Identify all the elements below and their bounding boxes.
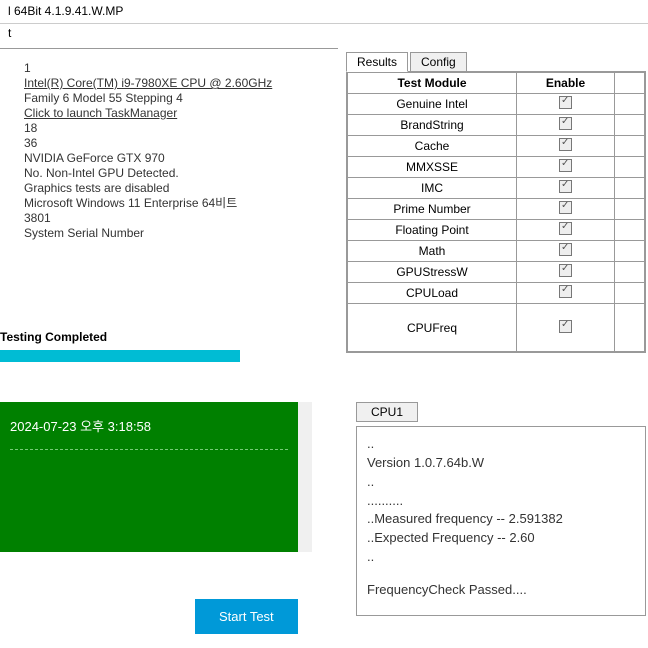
thread-count: 36 xyxy=(24,136,328,151)
info-line: 1 xyxy=(24,61,328,76)
enable-cell[interactable] xyxy=(517,157,615,178)
table-row: IMC xyxy=(348,178,645,199)
out-line: .. xyxy=(367,473,635,492)
test-grid: Test Module Enable Genuine Intel BrandSt… xyxy=(346,71,646,353)
enable-cell[interactable] xyxy=(517,220,615,241)
checkbox-icon[interactable] xyxy=(559,285,572,298)
checkbox-icon[interactable] xyxy=(559,180,572,193)
tests-pane: Results Config Test Module Enable Genuin… xyxy=(338,44,648,394)
table-row: Cache xyxy=(348,136,645,157)
table-row: GPUStressW xyxy=(348,262,645,283)
window-title: l 64Bit 4.1.9.41.W.MP xyxy=(8,4,123,18)
module-name: Genuine Intel xyxy=(348,94,517,115)
table-row: MMXSSE xyxy=(348,157,645,178)
timestamp: 2024-07-23 오후 3:18:58 xyxy=(10,416,288,435)
module-name: IMC xyxy=(348,178,517,199)
enable-cell[interactable] xyxy=(517,283,615,304)
bios-version: 3801 xyxy=(24,211,328,226)
gfx-disabled: Graphics tests are disabled xyxy=(24,181,328,196)
progress-bar xyxy=(0,350,240,362)
cpu-family: Family 6 Model 55 Stepping 4 xyxy=(24,91,328,106)
start-test-button[interactable]: Start Test xyxy=(195,599,298,634)
enable-cell[interactable] xyxy=(517,94,615,115)
module-name: Prime Number xyxy=(348,199,517,220)
cpu-tabs: CPU1 xyxy=(356,402,646,422)
gpu-nointel: No. Non-Intel GPU Detected. xyxy=(24,166,328,181)
module-name: CPUFreq xyxy=(348,304,517,352)
system-info-pane: 1 Intel(R) Core(TM) i9-7980XE CPU @ 2.60… xyxy=(0,44,338,394)
enable-cell[interactable] xyxy=(517,178,615,199)
enable-cell[interactable] xyxy=(517,136,615,157)
header-enable: Enable xyxy=(517,73,615,94)
enable-cell[interactable] xyxy=(517,262,615,283)
window-titlebar: l 64Bit 4.1.9.41.W.MP xyxy=(0,0,648,24)
tab-cpu1[interactable]: CPU1 xyxy=(356,402,418,422)
checkbox-icon[interactable] xyxy=(559,159,572,172)
out-line: .. xyxy=(367,435,635,454)
checkbox-icon[interactable] xyxy=(559,138,572,151)
tabs: Results Config xyxy=(346,52,646,72)
checkbox-icon[interactable] xyxy=(559,96,572,109)
enable-cell[interactable] xyxy=(517,241,615,262)
module-name: GPUStressW xyxy=(348,262,517,283)
module-name: BrandString xyxy=(348,115,517,136)
cpu-output-text: .. Version 1.0.7.64b.W .. .......... ..M… xyxy=(356,426,646,616)
table-row: BrandString xyxy=(348,115,645,136)
status-area: Testing Completed xyxy=(0,328,338,368)
header-blank xyxy=(615,73,645,94)
out-line: Version 1.0.7.64b.W xyxy=(367,454,635,473)
core-count: 18 xyxy=(24,121,328,136)
menu-item[interactable]: t xyxy=(8,26,11,40)
system-serial: System Serial Number xyxy=(24,226,328,241)
table-row: Genuine Intel xyxy=(348,94,645,115)
enable-cell[interactable] xyxy=(517,199,615,220)
os-name: Microsoft Windows 11 Enterprise 64비트 xyxy=(24,196,328,211)
test-run-pane: 2024-07-23 오후 3:18:58 Start Test xyxy=(0,402,348,640)
table-row: CPUFreq xyxy=(348,304,645,352)
header-module: Test Module xyxy=(348,73,517,94)
out-line: ..Measured frequency -- 2.591382 xyxy=(367,510,635,529)
module-name: CPULoad xyxy=(348,283,517,304)
module-name: MMXSSE xyxy=(348,157,517,178)
checkbox-icon[interactable] xyxy=(559,117,572,130)
cpu-output-pane: CPU1 .. Version 1.0.7.64b.W .. .........… xyxy=(348,402,648,640)
divider xyxy=(10,449,288,450)
table-row: Math xyxy=(348,241,645,262)
tab-results[interactable]: Results xyxy=(346,52,408,72)
out-line: .......... xyxy=(367,492,635,511)
enable-cell[interactable] xyxy=(517,304,615,352)
test-output-box: 2024-07-23 오후 3:18:58 xyxy=(0,402,312,552)
menu-bar[interactable]: t xyxy=(0,24,648,44)
tab-config[interactable]: Config xyxy=(410,52,467,72)
enable-cell[interactable] xyxy=(517,115,615,136)
out-line: ..Expected Frequency -- 2.60 xyxy=(367,529,635,548)
checkbox-icon[interactable] xyxy=(559,264,572,277)
table-row: CPULoad xyxy=(348,283,645,304)
grid-header-row: Test Module Enable xyxy=(348,73,645,94)
checkbox-icon[interactable] xyxy=(559,243,572,256)
status-label: Testing Completed xyxy=(0,330,338,348)
table-row: Prime Number xyxy=(348,199,645,220)
checkbox-icon[interactable] xyxy=(559,222,572,235)
info-box: 1 Intel(R) Core(TM) i9-7980XE CPU @ 2.60… xyxy=(0,48,338,328)
gpu-name: NVIDIA GeForce GTX 970 xyxy=(24,151,328,166)
cpu-link[interactable]: Intel(R) Core(TM) i9-7980XE CPU @ 2.60GH… xyxy=(24,76,328,91)
module-name: Floating Point xyxy=(348,220,517,241)
out-line: FrequencyCheck Passed.... xyxy=(367,581,635,600)
checkbox-icon[interactable] xyxy=(559,201,572,214)
checkbox-icon[interactable] xyxy=(559,320,572,333)
lower-area: 2024-07-23 오후 3:18:58 Start Test CPU1 ..… xyxy=(0,394,648,640)
table-row: Floating Point xyxy=(348,220,645,241)
taskmanager-link[interactable]: Click to launch TaskManager xyxy=(24,106,328,121)
main-area: 1 Intel(R) Core(TM) i9-7980XE CPU @ 2.60… xyxy=(0,44,648,394)
out-line: .. xyxy=(367,548,635,567)
module-name: Cache xyxy=(348,136,517,157)
module-name: Math xyxy=(348,241,517,262)
